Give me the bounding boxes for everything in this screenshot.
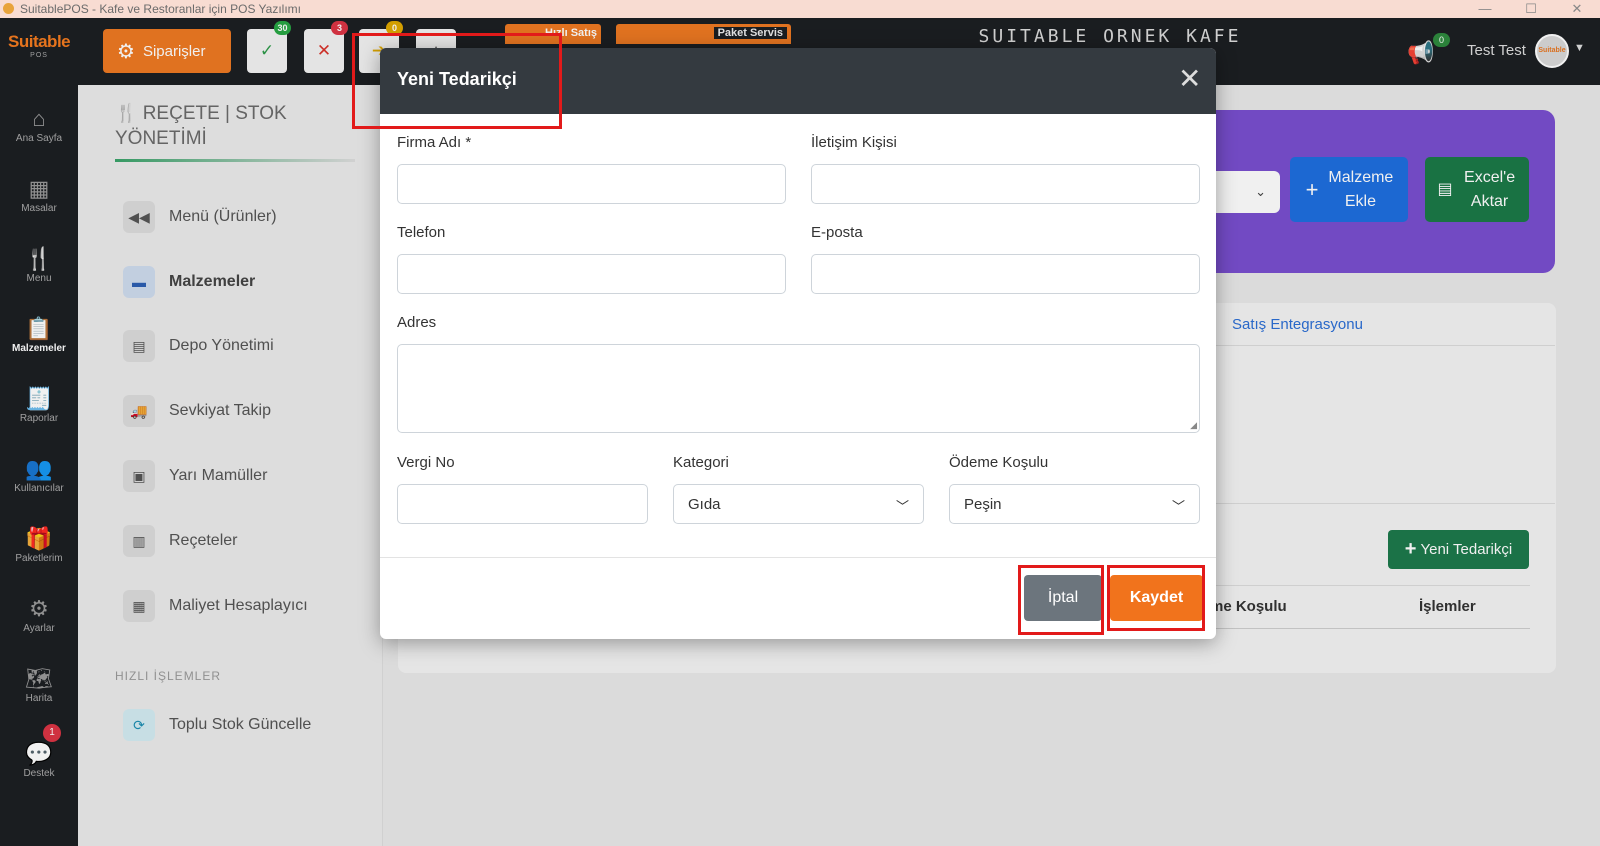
window-title: SuitablePOS - Kafe ve Restoranlar için P… xyxy=(20,2,302,16)
close-window-button[interactable]: ✕ xyxy=(1554,0,1600,18)
address-label: Adres xyxy=(397,314,437,331)
app-logo-icon xyxy=(3,3,14,14)
tax-number-label: Vergi No xyxy=(397,454,455,471)
chevron-down-icon: ﹀ xyxy=(1171,499,1185,514)
category-value: Gıda xyxy=(688,495,721,513)
category-select[interactable]: Gıda ﹀ xyxy=(673,484,924,524)
payment-term-value: Peşin xyxy=(964,495,1002,513)
phone-input[interactable] xyxy=(397,254,786,294)
modal-footer-divider xyxy=(380,557,1216,558)
company-name-label: Firma Adı * xyxy=(397,134,472,151)
payment-term-label: Ödeme Koşulu xyxy=(949,454,1049,471)
category-label: Kategori xyxy=(673,454,729,471)
phone-label: Telefon xyxy=(397,224,446,241)
highlight-box-save xyxy=(1107,565,1205,631)
payment-term-select[interactable]: Peşin ﹀ xyxy=(949,484,1200,524)
chevron-down-icon: ﹀ xyxy=(895,499,909,514)
email-input[interactable] xyxy=(811,254,1200,294)
close-icon[interactable]: ✕ xyxy=(1178,64,1201,94)
email-label: E-posta xyxy=(811,224,863,241)
contact-person-label: İletişim Kişisi xyxy=(811,134,897,151)
address-textarea[interactable]: ◢ xyxy=(397,344,1200,433)
highlight-box-title xyxy=(352,33,562,129)
window-titlebar: SuitablePOS - Kafe ve Restoranlar için P… xyxy=(0,0,1600,18)
tax-number-input[interactable] xyxy=(397,484,648,524)
new-supplier-modal: Yeni Tedarikçi ✕ Firma Adı * İletişim Ki… xyxy=(380,48,1216,639)
minimize-button[interactable]: — xyxy=(1462,0,1508,18)
contact-person-input[interactable] xyxy=(811,164,1200,204)
company-name-input[interactable] xyxy=(397,164,786,204)
resize-grip-icon[interactable]: ◢ xyxy=(1190,420,1197,431)
maximize-button[interactable]: ☐ xyxy=(1508,0,1554,18)
highlight-box-cancel xyxy=(1018,565,1104,635)
